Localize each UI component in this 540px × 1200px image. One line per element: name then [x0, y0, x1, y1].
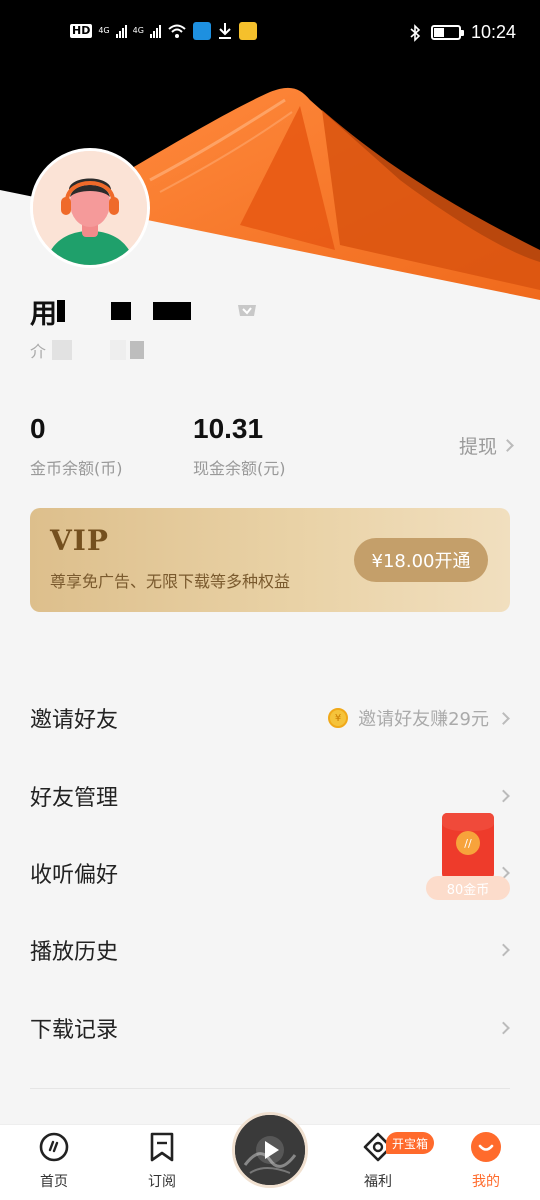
username-redaction-3 — [153, 302, 191, 320]
intro-text: 介 — [30, 342, 47, 361]
badge-icon[interactable] — [236, 300, 258, 320]
folder-app-icon — [238, 22, 257, 40]
download-icon — [218, 23, 231, 39]
menu-item-label: 好友管理 — [30, 786, 119, 811]
username-redaction-2 — [111, 302, 131, 320]
signal-icon — [115, 24, 127, 38]
menu-item-label: 下载记录 — [30, 1018, 119, 1043]
tab-label: 订阅 — [148, 1174, 176, 1190]
bluetooth-icon — [410, 23, 421, 42]
tab-mine[interactable]: 我的 — [456, 1131, 516, 1191]
avatar[interactable] — [30, 148, 150, 268]
menu-item-right: ¥ 邀请好友赚29元 — [328, 705, 510, 731]
status-bar: HD 4G 4G 10:24 — [0, 0, 540, 64]
battery-level — [433, 28, 444, 37]
red-envelope-coins[interactable]: 80金币 — [426, 876, 510, 900]
cash-balance-label: 现金余额(元) — [193, 459, 286, 478]
intro-redaction-2 — [110, 340, 127, 360]
profile-icon — [471, 1132, 501, 1162]
now-playing-button[interactable] — [232, 1112, 308, 1188]
menu-item-label: 邀请好友 — [30, 708, 119, 733]
menu-divider — [30, 1088, 510, 1089]
username-redaction — [57, 300, 65, 322]
app-icon — [192, 22, 211, 40]
chevron-right-icon — [497, 1021, 510, 1035]
open-treasure-badge[interactable]: 开宝箱 — [386, 1132, 435, 1154]
invite-hint: 邀请好友赚29元 — [358, 709, 489, 730]
intro-redaction-3 — [130, 341, 145, 359]
menu-item-friend-management[interactable]: 好友管理 — [30, 771, 510, 821]
coin-balance[interactable]: 0 金币余额(币) — [30, 413, 123, 479]
intro-redaction — [52, 340, 73, 360]
home-icon — [39, 1132, 69, 1162]
menu-item-right — [497, 1021, 510, 1035]
vip-card[interactable]: VIP 尊享免广告、无限下载等多种权益 ¥18.00开通 — [30, 508, 510, 612]
envelope-seal-icon: // — [456, 831, 480, 855]
status-right-group: 10:24 — [409, 22, 516, 43]
tab-home[interactable]: 首页 — [24, 1131, 84, 1191]
vip-open-button[interactable]: ¥18.00开通 — [354, 538, 488, 582]
network-type-2: 4G — [132, 26, 144, 35]
username-row[interactable]: 用 — [30, 293, 191, 330]
tab-label: 我的 — [472, 1174, 500, 1190]
status-left-group: HD 4G 4G — [70, 22, 257, 40]
wifi-icon — [168, 24, 186, 38]
envelope-flap — [442, 813, 494, 831]
withdraw-button[interactable]: 提现 — [458, 432, 514, 459]
chevron-right-icon — [501, 439, 514, 452]
vip-subtitle: 尊享免广告、无限下载等多种权益 — [50, 572, 291, 591]
menu-item-play-history[interactable]: 播放历史 — [30, 925, 510, 975]
red-envelope-button[interactable]: // — [442, 813, 494, 879]
bookmark-icon — [150, 1132, 174, 1162]
hd-indicator: HD — [70, 24, 93, 38]
withdraw-label: 提现 — [458, 436, 497, 458]
intro-row[interactable]: 介 — [30, 338, 145, 362]
menu-item-invite-friends[interactable]: 邀请好友 ¥ 邀请好友赚29元 — [30, 693, 510, 743]
network-type-1: 4G — [98, 26, 110, 35]
coin-balance-value: 0 — [30, 413, 46, 444]
chevron-right-icon — [497, 789, 510, 803]
cash-balance[interactable]: 10.31 现金余额(元) — [193, 413, 286, 479]
cash-balance-value: 10.31 — [193, 413, 264, 444]
signal-icon-2 — [149, 24, 161, 38]
tab-label: 福利 — [364, 1174, 392, 1190]
tab-subscribe[interactable]: 订阅 — [132, 1131, 192, 1191]
chevron-right-icon — [497, 711, 510, 725]
album-cover — [235, 1115, 305, 1185]
coin-balance-label: 金币余额(币) — [30, 459, 123, 478]
battery-icon — [430, 25, 464, 40]
menu-item-label: 收听偏好 — [30, 863, 119, 888]
vip-title: VIP — [50, 524, 109, 557]
username: 用 — [30, 298, 57, 330]
tab-label: 首页 — [40, 1174, 68, 1190]
avatar-illustration — [33, 151, 147, 265]
chevron-right-icon — [497, 943, 510, 957]
menu-item-label: 播放历史 — [30, 940, 119, 965]
status-time: 10:24 — [470, 22, 516, 42]
menu-item-right — [497, 943, 510, 957]
menu-item-download-records[interactable]: 下载记录 — [30, 1003, 510, 1053]
coin-icon: ¥ — [328, 708, 349, 728]
menu-item-right — [497, 789, 510, 803]
